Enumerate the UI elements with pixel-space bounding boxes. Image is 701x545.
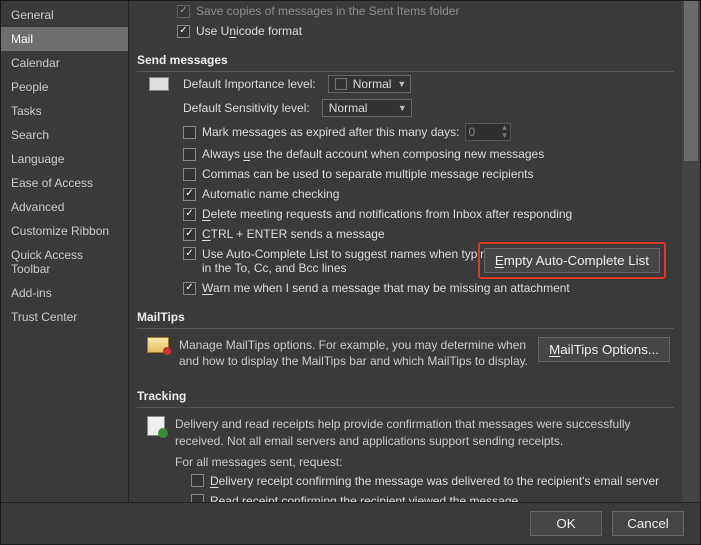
delivery-receipt-checkbox[interactable] — [191, 474, 204, 487]
options-sidebar: General Mail Calendar People Tasks Searc… — [1, 1, 129, 502]
default-account-checkbox[interactable] — [183, 148, 196, 161]
options-content: Save copies of messages in the Sent Item… — [129, 1, 682, 502]
ctrl-enter-label: CTRL + ENTER sends a message — [202, 227, 385, 241]
sidebar-item-advanced[interactable]: Advanced — [1, 195, 128, 219]
mailtips-desc: Manage MailTips options. For example, yo… — [179, 337, 528, 369]
sidebar-item-mail[interactable]: Mail — [1, 27, 128, 51]
auto-name-checkbox[interactable] — [183, 188, 196, 201]
sidebar-item-search[interactable]: Search — [1, 123, 128, 147]
autocomplete-label: Use Auto-Complete List to suggest names … — [202, 247, 494, 275]
delivery-receipt-label: Delivery receipt confirming the message … — [210, 474, 659, 488]
scroll-thumb[interactable] — [684, 1, 698, 161]
options-dialog: { "sidebar": { "items": [ {"label": "Gen… — [0, 0, 701, 545]
sidebar-item-general[interactable]: General — [1, 3, 128, 27]
send-icon — [149, 77, 169, 91]
mailtips-icon — [147, 337, 169, 353]
sidebar-item-calendar[interactable]: Calendar — [1, 51, 128, 75]
priority-normal-icon — [335, 78, 347, 90]
chevron-down-icon: ▼ — [397, 79, 406, 89]
expire-checkbox[interactable] — [183, 126, 196, 139]
content-scrollbar[interactable] — [682, 1, 700, 502]
sidebar-item-people[interactable]: People — [1, 75, 128, 99]
mailtips-options-button[interactable]: MailTips Options... — [538, 337, 670, 362]
warn-attachment-label: Warn me when I send a message that may b… — [202, 281, 570, 295]
section-send-messages: Send messages — [137, 47, 674, 72]
tracking-desc: Delivery and read receipts help provide … — [175, 416, 670, 448]
sensitivity-label: Default Sensitivity level: — [183, 101, 310, 115]
cancel-button[interactable]: Cancel — [612, 511, 684, 536]
ctrl-enter-checkbox[interactable] — [183, 228, 196, 241]
save-copies-checkbox[interactable] — [177, 5, 190, 18]
expire-days-spinner[interactable]: 0 ▲▼ — [465, 123, 511, 141]
empty-autocomplete-highlight: Empty Auto-Complete List — [478, 242, 666, 279]
section-mailtips: MailTips — [137, 304, 674, 329]
delete-meeting-checkbox[interactable] — [183, 208, 196, 221]
sidebar-item-ease-of-access[interactable]: Ease of Access — [1, 171, 128, 195]
unicode-label: Use Unicode format — [196, 24, 302, 38]
unicode-checkbox[interactable] — [177, 25, 190, 38]
sensitivity-select[interactable]: Normal ▼ — [322, 99, 412, 117]
chevron-down-icon: ▼ — [398, 103, 407, 113]
save-copies-label: Save copies of messages in the Sent Item… — [196, 4, 459, 18]
sidebar-item-quick-access-toolbar[interactable]: Quick Access Toolbar — [1, 243, 128, 281]
empty-auto-complete-button[interactable]: Empty Auto-Complete List — [484, 248, 660, 273]
expire-label: Mark messages as expired after this many… — [202, 125, 459, 139]
section-tracking: Tracking — [137, 383, 674, 408]
sidebar-item-customize-ribbon[interactable]: Customize Ribbon — [1, 219, 128, 243]
default-account-label: Always use the default account when comp… — [202, 147, 544, 161]
tracking-all-sent-label: For all messages sent, request: — [175, 453, 670, 471]
warn-attachment-checkbox[interactable] — [183, 282, 196, 295]
sidebar-item-add-ins[interactable]: Add-ins — [1, 281, 128, 305]
importance-label: Default Importance level: — [183, 77, 316, 91]
commas-label: Commas can be used to separate multiple … — [202, 167, 534, 181]
auto-name-label: Automatic name checking — [202, 187, 339, 201]
sidebar-item-trust-center[interactable]: Trust Center — [1, 305, 128, 329]
sidebar-item-tasks[interactable]: Tasks — [1, 99, 128, 123]
sidebar-item-language[interactable]: Language — [1, 147, 128, 171]
read-receipt-label: Read receipt confirming the recipient vi… — [210, 494, 518, 502]
ok-button[interactable]: OK — [530, 511, 602, 536]
commas-checkbox[interactable] — [183, 168, 196, 181]
autocomplete-checkbox[interactable] — [183, 247, 196, 260]
delete-meeting-label: Delete meeting requests and notification… — [202, 207, 572, 221]
importance-select[interactable]: Normal ▼ — [328, 75, 412, 93]
receipt-icon — [147, 416, 165, 436]
read-receipt-checkbox[interactable] — [191, 494, 204, 502]
dialog-footer: OK Cancel — [1, 502, 700, 544]
